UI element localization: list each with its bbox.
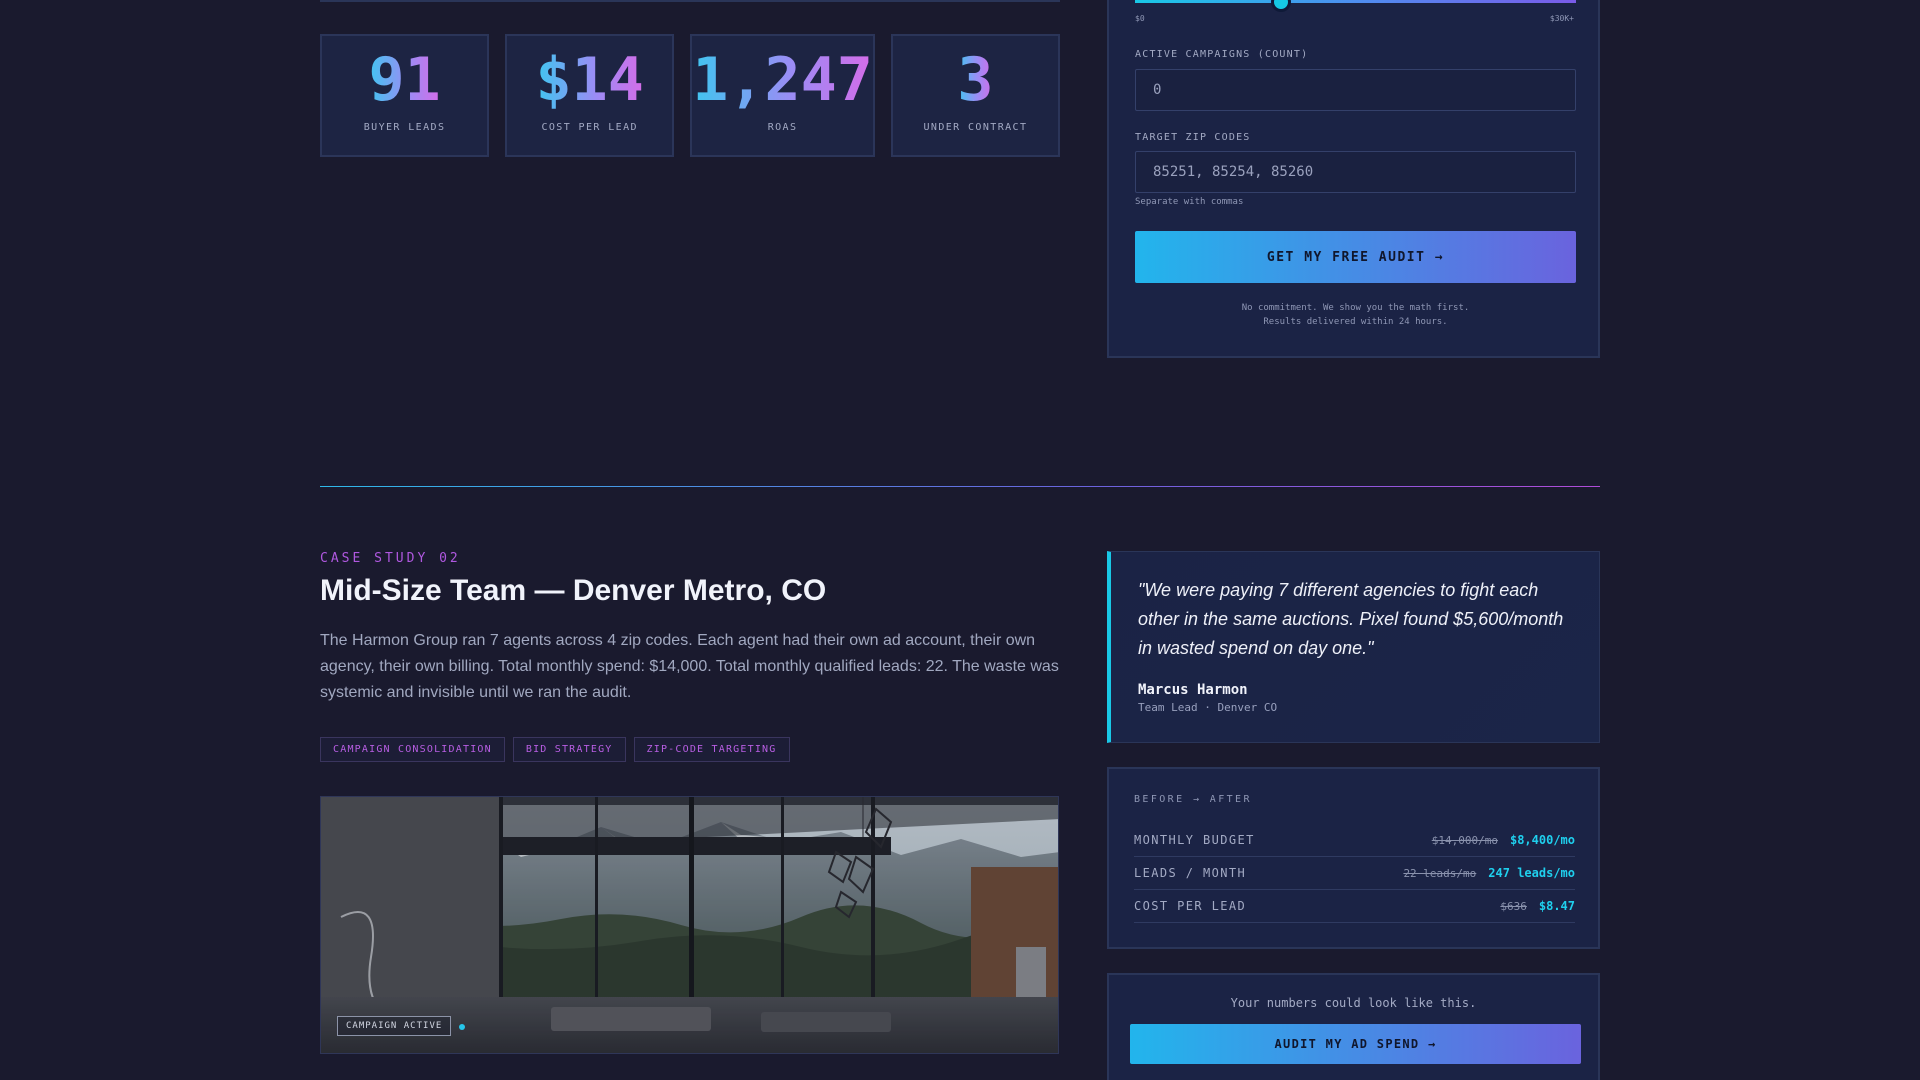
tag-bid-strategy: BID STRATEGY	[512, 737, 626, 762]
cta-card: Your numbers could look like this. AUDIT…	[1107, 973, 1600, 1080]
zip-codes-input[interactable]	[1135, 151, 1576, 193]
stat-value: 3	[957, 45, 994, 115]
stat-card-cost-per-lead: $14 COST PER LEAD	[505, 34, 675, 157]
row-label: MONTHLY BUDGET	[1134, 833, 1255, 847]
stat-label: UNDER CONTRACT	[923, 122, 1028, 133]
stat-card-buyer-leads: 91 BUYER LEADS	[320, 34, 490, 157]
stat-value: 91	[368, 45, 441, 115]
zip-codes-label: TARGET ZIP CODES	[1135, 132, 1251, 143]
stat-label: COST PER LEAD	[541, 122, 638, 133]
stat-label: BUYER LEADS	[363, 122, 446, 133]
case-study-eyebrow: CASE STUDY 02	[320, 551, 461, 566]
row-values: $636 $8.47	[1500, 899, 1575, 913]
get-free-audit-button[interactable]: GET MY FREE AUDIT →	[1135, 231, 1576, 283]
budget-slider-thumb[interactable]	[1270, 0, 1291, 12]
campaign-active-badge: CAMPAIGN ACTIVE	[337, 1016, 452, 1036]
before-after-heading: BEFORE → AFTER	[1134, 794, 1252, 805]
slider-min-label: $0	[1135, 14, 1145, 23]
budget-slider-track[interactable]	[1135, 0, 1576, 3]
before-after-row-cost-per-lead: COST PER LEAD $636 $8.47	[1134, 890, 1575, 923]
stat-card-roas: 1,247 ROAS	[690, 34, 875, 157]
campaigns-input[interactable]	[1135, 69, 1576, 111]
audit-form-panel: $0 $30K+ ACTIVE CAMPAIGNS (COUNT) TARGET…	[1107, 0, 1600, 358]
before-value: $636	[1500, 899, 1527, 913]
stats-top-rule	[320, 0, 1060, 2]
testimonial-card: "We were paying 7 different agencies to …	[1107, 551, 1600, 743]
before-value: $14,000/mo	[1431, 833, 1498, 847]
case-study-image: CAMPAIGN ACTIVE	[320, 796, 1059, 1054]
row-label: COST PER LEAD	[1134, 899, 1247, 913]
zip-codes-hint: Separate with commas	[1135, 197, 1244, 207]
testimonial-name: Marcus Harmon	[1138, 682, 1248, 698]
before-after-card: BEFORE → AFTER MONTHLY BUDGET $14,000/mo…	[1107, 767, 1600, 949]
form-note-line-2: Results delivered within 24 hours.	[1263, 317, 1448, 327]
stats-row: 91 BUYER LEADS $14 COST PER LEAD 1,247 R…	[320, 34, 1060, 157]
case-study-body: The Harmon Group ran 7 agents across 4 z…	[320, 632, 1059, 701]
row-label: LEADS / MONTH	[1134, 866, 1247, 880]
tag-zip-code-targeting: ZIP-CODE TARGETING	[633, 737, 790, 762]
stat-value: 1,247	[692, 45, 873, 115]
stat-label: ROAS	[767, 122, 798, 133]
cta-text: Your numbers could look like this.	[1230, 996, 1477, 1010]
campaign-status-dot-icon	[459, 1024, 465, 1030]
after-value: 247 leads/mo	[1488, 866, 1575, 880]
before-value: 22 leads/mo	[1403, 866, 1477, 880]
testimonial-quote: "We were paying 7 different agencies to …	[1138, 580, 1564, 658]
before-after-row-leads-month: LEADS / MONTH 22 leads/mo 247 leads/mo	[1134, 857, 1575, 890]
slider-max-label: $30K+	[1549, 14, 1574, 23]
form-note-line-1: No commitment. We show you the math firs…	[1241, 303, 1470, 313]
tag-campaign-consolidation: CAMPAIGN CONSOLIDATION	[320, 737, 505, 762]
before-after-row-monthly-budget: MONTHLY BUDGET $14,000/mo $8,400/mo	[1134, 824, 1575, 857]
row-values: $14,000/mo $8,400/mo	[1432, 833, 1575, 847]
section-divider	[320, 486, 1600, 487]
stat-card-under-contract: 3 UNDER CONTRACT	[890, 34, 1060, 157]
case-study-tags: CAMPAIGN CONSOLIDATION BID STRATEGY ZIP-…	[320, 737, 790, 762]
testimonial-role: Team Lead · Denver CO	[1138, 701, 1278, 714]
case-study-title: Mid-Size Team — Denver Metro, CO	[320, 574, 827, 607]
stat-value: $14	[535, 45, 644, 115]
after-value: $8.47	[1538, 899, 1575, 913]
row-values: 22 leads/mo 247 leads/mo	[1403, 866, 1575, 880]
after-value: $8,400/mo	[1509, 833, 1575, 847]
campaigns-label: ACTIVE CAMPAIGNS (COUNT)	[1135, 49, 1309, 60]
audit-ad-spend-button[interactable]: AUDIT MY AD SPEND →	[1130, 1024, 1581, 1064]
